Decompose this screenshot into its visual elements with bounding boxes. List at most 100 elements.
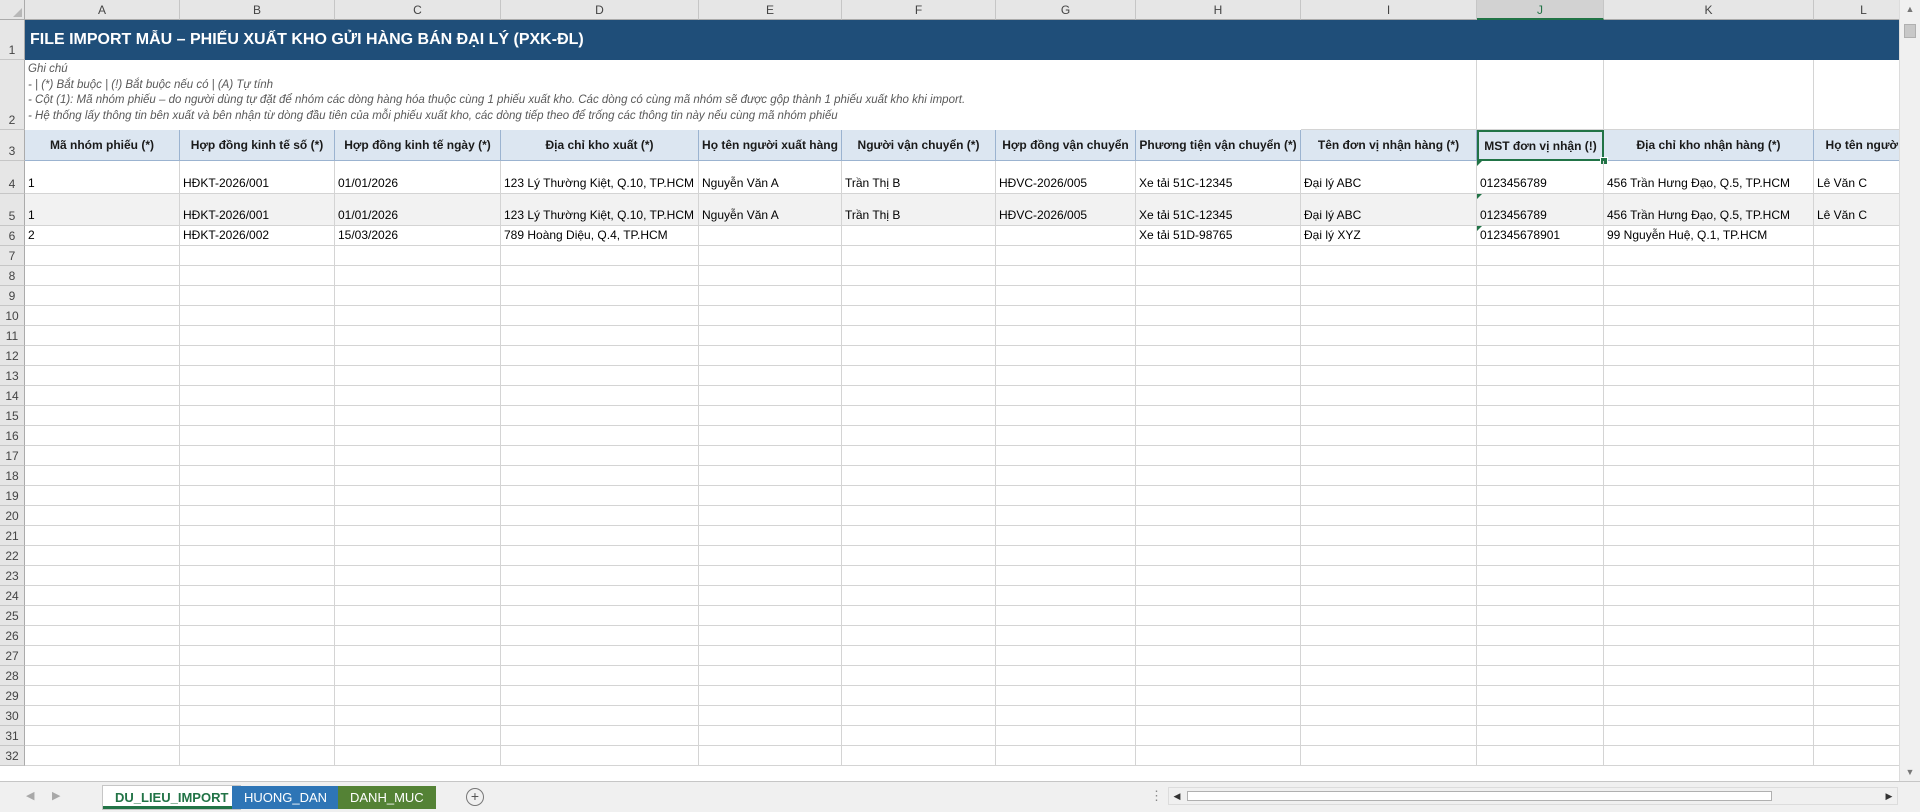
grid-cell[interactable] bbox=[699, 506, 842, 526]
grid-cell[interactable] bbox=[842, 726, 996, 746]
grid-cell[interactable] bbox=[25, 446, 180, 466]
grid-cell[interactable] bbox=[996, 626, 1136, 646]
grid-cell[interactable] bbox=[1604, 726, 1814, 746]
grid-cell[interactable] bbox=[996, 646, 1136, 666]
grid-cell[interactable] bbox=[335, 406, 501, 426]
grid-cell[interactable] bbox=[1604, 586, 1814, 606]
grid-cell[interactable] bbox=[1814, 666, 1899, 686]
scroll-up-icon[interactable]: ▲ bbox=[1900, 0, 1920, 18]
grid-cell[interactable] bbox=[842, 706, 996, 726]
grid-cell[interactable] bbox=[25, 706, 180, 726]
grid-cell[interactable] bbox=[842, 326, 996, 346]
grid-cell[interactable] bbox=[699, 386, 842, 406]
grid-cell[interactable] bbox=[1814, 266, 1899, 286]
grid-cell[interactable] bbox=[1477, 60, 1604, 130]
grid-cell[interactable] bbox=[335, 506, 501, 526]
grid-cell[interactable] bbox=[1301, 386, 1477, 406]
grid-cell[interactable] bbox=[699, 646, 842, 666]
row-header[interactable]: 27 bbox=[0, 646, 25, 666]
grid-cell[interactable] bbox=[1604, 666, 1814, 686]
sheet-title-cell[interactable]: FILE IMPORT MẪU – PHIẾU XUẤT KHO GỬI HÀN… bbox=[25, 20, 1899, 60]
grid-cell[interactable] bbox=[1604, 60, 1814, 130]
grid-cell[interactable] bbox=[996, 366, 1136, 386]
grid-cell[interactable] bbox=[335, 746, 501, 766]
grid-cell[interactable] bbox=[180, 266, 335, 286]
row-header[interactable]: 30 bbox=[0, 706, 25, 726]
grid-cell[interactable] bbox=[335, 246, 501, 266]
column-header-l[interactable]: L bbox=[1814, 0, 1899, 20]
grid-cell[interactable] bbox=[1814, 406, 1899, 426]
sheet-tab-danh-muc[interactable]: DANH_MUC bbox=[338, 786, 436, 809]
grid-cell[interactable] bbox=[1136, 726, 1301, 746]
grid-cell[interactable] bbox=[1301, 746, 1477, 766]
grid-cell[interactable] bbox=[180, 666, 335, 686]
grid-cell[interactable] bbox=[1814, 386, 1899, 406]
row-header[interactable]: 23 bbox=[0, 566, 25, 586]
grid-cell[interactable] bbox=[1604, 486, 1814, 506]
grid-cell[interactable] bbox=[996, 246, 1136, 266]
grid-cell[interactable] bbox=[1477, 486, 1604, 506]
grid-cell[interactable] bbox=[501, 526, 699, 546]
column-header-g[interactable]: G bbox=[996, 0, 1136, 20]
grid-cell[interactable] bbox=[1301, 60, 1477, 130]
data-cell[interactable]: Nguyễn Văn A bbox=[699, 194, 842, 226]
grid-cell[interactable] bbox=[842, 246, 996, 266]
grid-cell[interactable] bbox=[1604, 466, 1814, 486]
data-cell[interactable]: Đại lý XYZ bbox=[1301, 226, 1477, 246]
grid-cell[interactable] bbox=[842, 486, 996, 506]
grid-cell[interactable] bbox=[25, 586, 180, 606]
grid-cell[interactable] bbox=[1136, 246, 1301, 266]
row-header[interactable]: 22 bbox=[0, 546, 25, 566]
grid-cell[interactable] bbox=[1477, 406, 1604, 426]
column-header-i[interactable]: I bbox=[1301, 0, 1477, 20]
grid-cell[interactable] bbox=[25, 686, 180, 706]
grid-cell[interactable] bbox=[699, 426, 842, 446]
grid-cell[interactable] bbox=[180, 386, 335, 406]
grid-cell[interactable] bbox=[996, 326, 1136, 346]
sheet-tab-huong-dan[interactable]: HUONG_DAN bbox=[232, 786, 340, 809]
grid-cell[interactable] bbox=[25, 486, 180, 506]
grid-cell[interactable] bbox=[1477, 366, 1604, 386]
grid-cell[interactable] bbox=[699, 726, 842, 746]
data-cell[interactable]: HĐVC-2026/005 bbox=[996, 194, 1136, 226]
grid-cell[interactable] bbox=[842, 366, 996, 386]
grid-cell[interactable] bbox=[1477, 706, 1604, 726]
grid-cell[interactable] bbox=[699, 546, 842, 566]
grid-cell[interactable] bbox=[842, 386, 996, 406]
column-header-f[interactable]: F bbox=[842, 0, 996, 20]
row-header[interactable]: 11 bbox=[0, 326, 25, 346]
grid-cell[interactable] bbox=[25, 306, 180, 326]
grid-cell[interactable] bbox=[501, 626, 699, 646]
grid-cell[interactable] bbox=[25, 466, 180, 486]
grid-cell[interactable] bbox=[1301, 426, 1477, 446]
data-cell[interactable] bbox=[699, 226, 842, 246]
data-cell[interactable]: Trần Thị B bbox=[842, 194, 996, 226]
grid-cell[interactable] bbox=[1136, 666, 1301, 686]
grid-cell[interactable] bbox=[180, 726, 335, 746]
row-header[interactable]: 5 bbox=[0, 194, 25, 226]
column-title-cell[interactable]: Mã nhóm phiếu (*) bbox=[25, 130, 180, 161]
data-cell[interactable]: Xe tải 51C-12345 bbox=[1136, 194, 1301, 226]
grid-cell[interactable] bbox=[180, 366, 335, 386]
grid-cell[interactable] bbox=[699, 286, 842, 306]
grid-cell[interactable] bbox=[1814, 286, 1899, 306]
grid-cell[interactable] bbox=[501, 466, 699, 486]
grid-cell[interactable] bbox=[501, 426, 699, 446]
grid-cell[interactable] bbox=[1604, 566, 1814, 586]
grid-cell[interactable] bbox=[501, 546, 699, 566]
grid-cell[interactable] bbox=[501, 686, 699, 706]
column-header-j[interactable]: J bbox=[1477, 0, 1604, 20]
column-title-cell[interactable]: MST đơn vị nhận (!) bbox=[1477, 130, 1604, 161]
grid-cell[interactable] bbox=[1477, 646, 1604, 666]
column-header-e[interactable]: E bbox=[699, 0, 842, 20]
grid-cell[interactable] bbox=[1301, 526, 1477, 546]
grid-cell[interactable] bbox=[501, 246, 699, 266]
row-header[interactable]: 14 bbox=[0, 386, 25, 406]
grid-cell[interactable] bbox=[1604, 306, 1814, 326]
row-header[interactable]: 29 bbox=[0, 686, 25, 706]
column-header-a[interactable]: A bbox=[25, 0, 180, 20]
row-header[interactable]: 8 bbox=[0, 266, 25, 286]
row-header[interactable]: 17 bbox=[0, 446, 25, 466]
grid-cell[interactable] bbox=[1814, 746, 1899, 766]
grid-cell[interactable] bbox=[1301, 566, 1477, 586]
